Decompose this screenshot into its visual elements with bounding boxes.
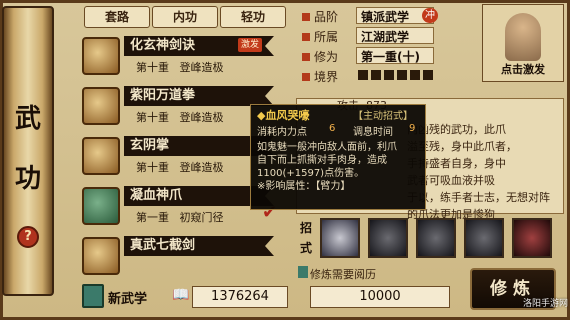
info-row: 所属 江湖武学 xyxy=(302,27,487,46)
description-text: 内凶残的武功，此爪 溢至残，身中此爪者， 手持盛者自身，身中 武者可吸血液并吸 … xyxy=(407,123,550,221)
info-row: 品阶 镇派武学冲 xyxy=(302,7,487,26)
cost-value: 6 xyxy=(329,123,336,134)
palm-scroll-icon xyxy=(82,137,120,175)
skill-item[interactable]: 真武七截剑 xyxy=(78,234,288,280)
move-slot-3[interactable] xyxy=(416,218,456,258)
book-icon xyxy=(298,266,308,278)
move-slot-2[interactable] xyxy=(368,218,408,258)
cooldown-value: 9 xyxy=(409,123,416,134)
skill-level: 第十重 登峰造极 xyxy=(136,161,224,174)
info-row: 修为 第一重(十) xyxy=(302,47,487,66)
skill-level: 第一重 初窥门径 xyxy=(136,211,224,224)
info-row: 境界 xyxy=(302,68,487,86)
realm-stars xyxy=(358,70,433,80)
new-skill-value: 1376264 xyxy=(192,286,288,308)
skill-info-panel: 品阶 镇派武学冲 所属 江湖武学 修为 第一重(十) 境界 xyxy=(296,4,486,96)
fist-scroll-icon xyxy=(82,87,120,125)
move-title: ◆血风哭嚎 xyxy=(257,109,310,122)
move-slot-5[interactable] xyxy=(512,218,552,258)
skill-name: 紫阳万道拳 xyxy=(124,86,274,106)
activated-badge: 激发 xyxy=(238,38,263,52)
help-button[interactable]: ? xyxy=(17,226,39,248)
book-icon[interactable] xyxy=(82,284,104,308)
new-skill-label[interactable]: 新武学 xyxy=(108,288,147,307)
cooldown-label: 调息时间 xyxy=(353,127,393,138)
martial-arts-scroll: 武 功 ? xyxy=(2,6,54,296)
tab-neigong[interactable]: 内功 xyxy=(152,6,218,28)
skill-item[interactable]: 化玄神剑诀 激发 第十重 登峰造极 xyxy=(78,34,288,80)
rank-tag: 冲 xyxy=(422,8,438,23)
monk-figure-icon xyxy=(505,13,541,61)
cost-label: 消耗内力点 xyxy=(257,127,307,138)
moves-bar: 招式 xyxy=(296,216,564,264)
scroll-char-1: 武 xyxy=(14,104,41,134)
skill-name: 真武七截剑 xyxy=(124,236,274,256)
category-tabs: 套路 内功 轻功 xyxy=(84,6,286,28)
scroll-char-2: 功 xyxy=(14,164,41,194)
moves-label: 招式 xyxy=(299,221,312,255)
move-slot-1[interactable] xyxy=(320,218,360,258)
move-tooltip: ◆血风哭嚎 【主动招式】 消耗内力点 6 调息时间 9 如鬼魅一般冲向敌人面前，… xyxy=(250,104,426,210)
tab-qinggong[interactable]: 轻功 xyxy=(220,6,286,28)
skill-level: 第十重 登峰造极 xyxy=(136,111,224,124)
sword-scroll-icon xyxy=(82,37,120,75)
requirement-value: 10000 xyxy=(310,286,450,308)
move-slot-4[interactable] xyxy=(464,218,504,258)
tab-taolu[interactable]: 套路 xyxy=(84,6,150,28)
book-open-icon: 📖 xyxy=(172,287,190,303)
activate-portrait[interactable]: 点击激发 xyxy=(482,4,564,82)
portrait-caption: 点击激发 xyxy=(501,63,545,76)
skill-level: 第十重 登峰造极 xyxy=(136,61,224,74)
claw-scroll-icon xyxy=(82,187,120,225)
requirement-label: 修炼需要阅历 xyxy=(310,268,376,281)
move-description: 如鬼魅一般冲向敌人面前，利爪 自下而上抓撕对手肉身，造成 1100(+1597)… xyxy=(257,142,397,192)
watermark: 洛阳手游网 xyxy=(522,299,568,309)
move-type: 【主动招式】 xyxy=(353,111,413,122)
cultivation-requirement: 修炼需要阅历 10000 xyxy=(296,266,462,312)
sword-scroll-icon xyxy=(82,237,120,275)
new-skill-bar: 新武学 📖 1376264 xyxy=(78,282,290,312)
